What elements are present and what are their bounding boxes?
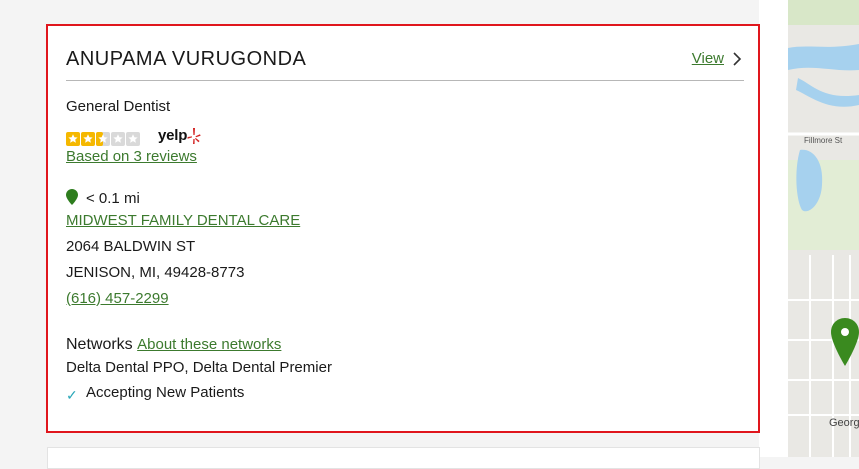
yelp-wordmark: yelp bbox=[158, 127, 188, 144]
networks-label: Networks bbox=[66, 336, 133, 353]
reviews-link-text[interactable]: Based on 3 reviews bbox=[66, 148, 197, 165]
map-label-fillmore: Fillmore St bbox=[804, 136, 843, 145]
star-icon bbox=[126, 132, 140, 146]
yelp-logo: yelp bbox=[158, 127, 201, 145]
provider-card: ANUPAMA VURUGONDA View General Dentist y… bbox=[46, 24, 760, 433]
about-networks-link[interactable]: About these networks bbox=[137, 336, 281, 353]
practice-link[interactable]: MIDWEST FAMILY DENTAL CARE bbox=[66, 212, 300, 229]
location-pin-icon bbox=[66, 189, 78, 205]
checkmark-icon: ✓ bbox=[66, 387, 78, 403]
view-label: View bbox=[691, 50, 724, 67]
star-icon bbox=[111, 132, 125, 146]
map-canvas bbox=[788, 0, 859, 457]
map-marker-icon[interactable] bbox=[831, 318, 859, 366]
address-line-2: JENISON, MI, 49428-8773 bbox=[66, 264, 245, 281]
specialty: General Dentist bbox=[66, 98, 171, 115]
next-provider-card bbox=[47, 447, 760, 469]
practice-name[interactable]: MIDWEST FAMILY DENTAL CARE bbox=[66, 212, 300, 229]
phone-number[interactable]: (616) 457-2299 bbox=[66, 290, 169, 307]
map-panel[interactable]: Fillmore St Georg bbox=[788, 0, 859, 457]
page-gutter bbox=[759, 0, 788, 457]
header-divider bbox=[66, 80, 744, 81]
rating-stars bbox=[66, 132, 140, 146]
provider-name: ANUPAMA VURUGONDA bbox=[66, 48, 307, 70]
distance: < 0.1 mi bbox=[86, 190, 140, 207]
chevron-right-icon bbox=[733, 51, 742, 66]
map-label-georg: Georg bbox=[829, 417, 859, 429]
accepting-patients: Accepting New Patients bbox=[86, 384, 245, 401]
phone-link[interactable]: (616) 457-2299 bbox=[66, 290, 169, 307]
address-line-1: 2064 BALDWIN ST bbox=[66, 238, 196, 255]
star-icon bbox=[66, 132, 80, 146]
networks-list: Delta Dental PPO, Delta Dental Premier bbox=[66, 359, 332, 376]
view-button[interactable]: View bbox=[692, 50, 744, 67]
star-icon bbox=[81, 132, 95, 146]
yelp-burst-icon bbox=[187, 128, 201, 144]
star-icon bbox=[96, 132, 110, 146]
reviews-link[interactable]: Based on 3 reviews bbox=[66, 148, 197, 165]
networks-row: Networks About these networks bbox=[66, 336, 281, 354]
